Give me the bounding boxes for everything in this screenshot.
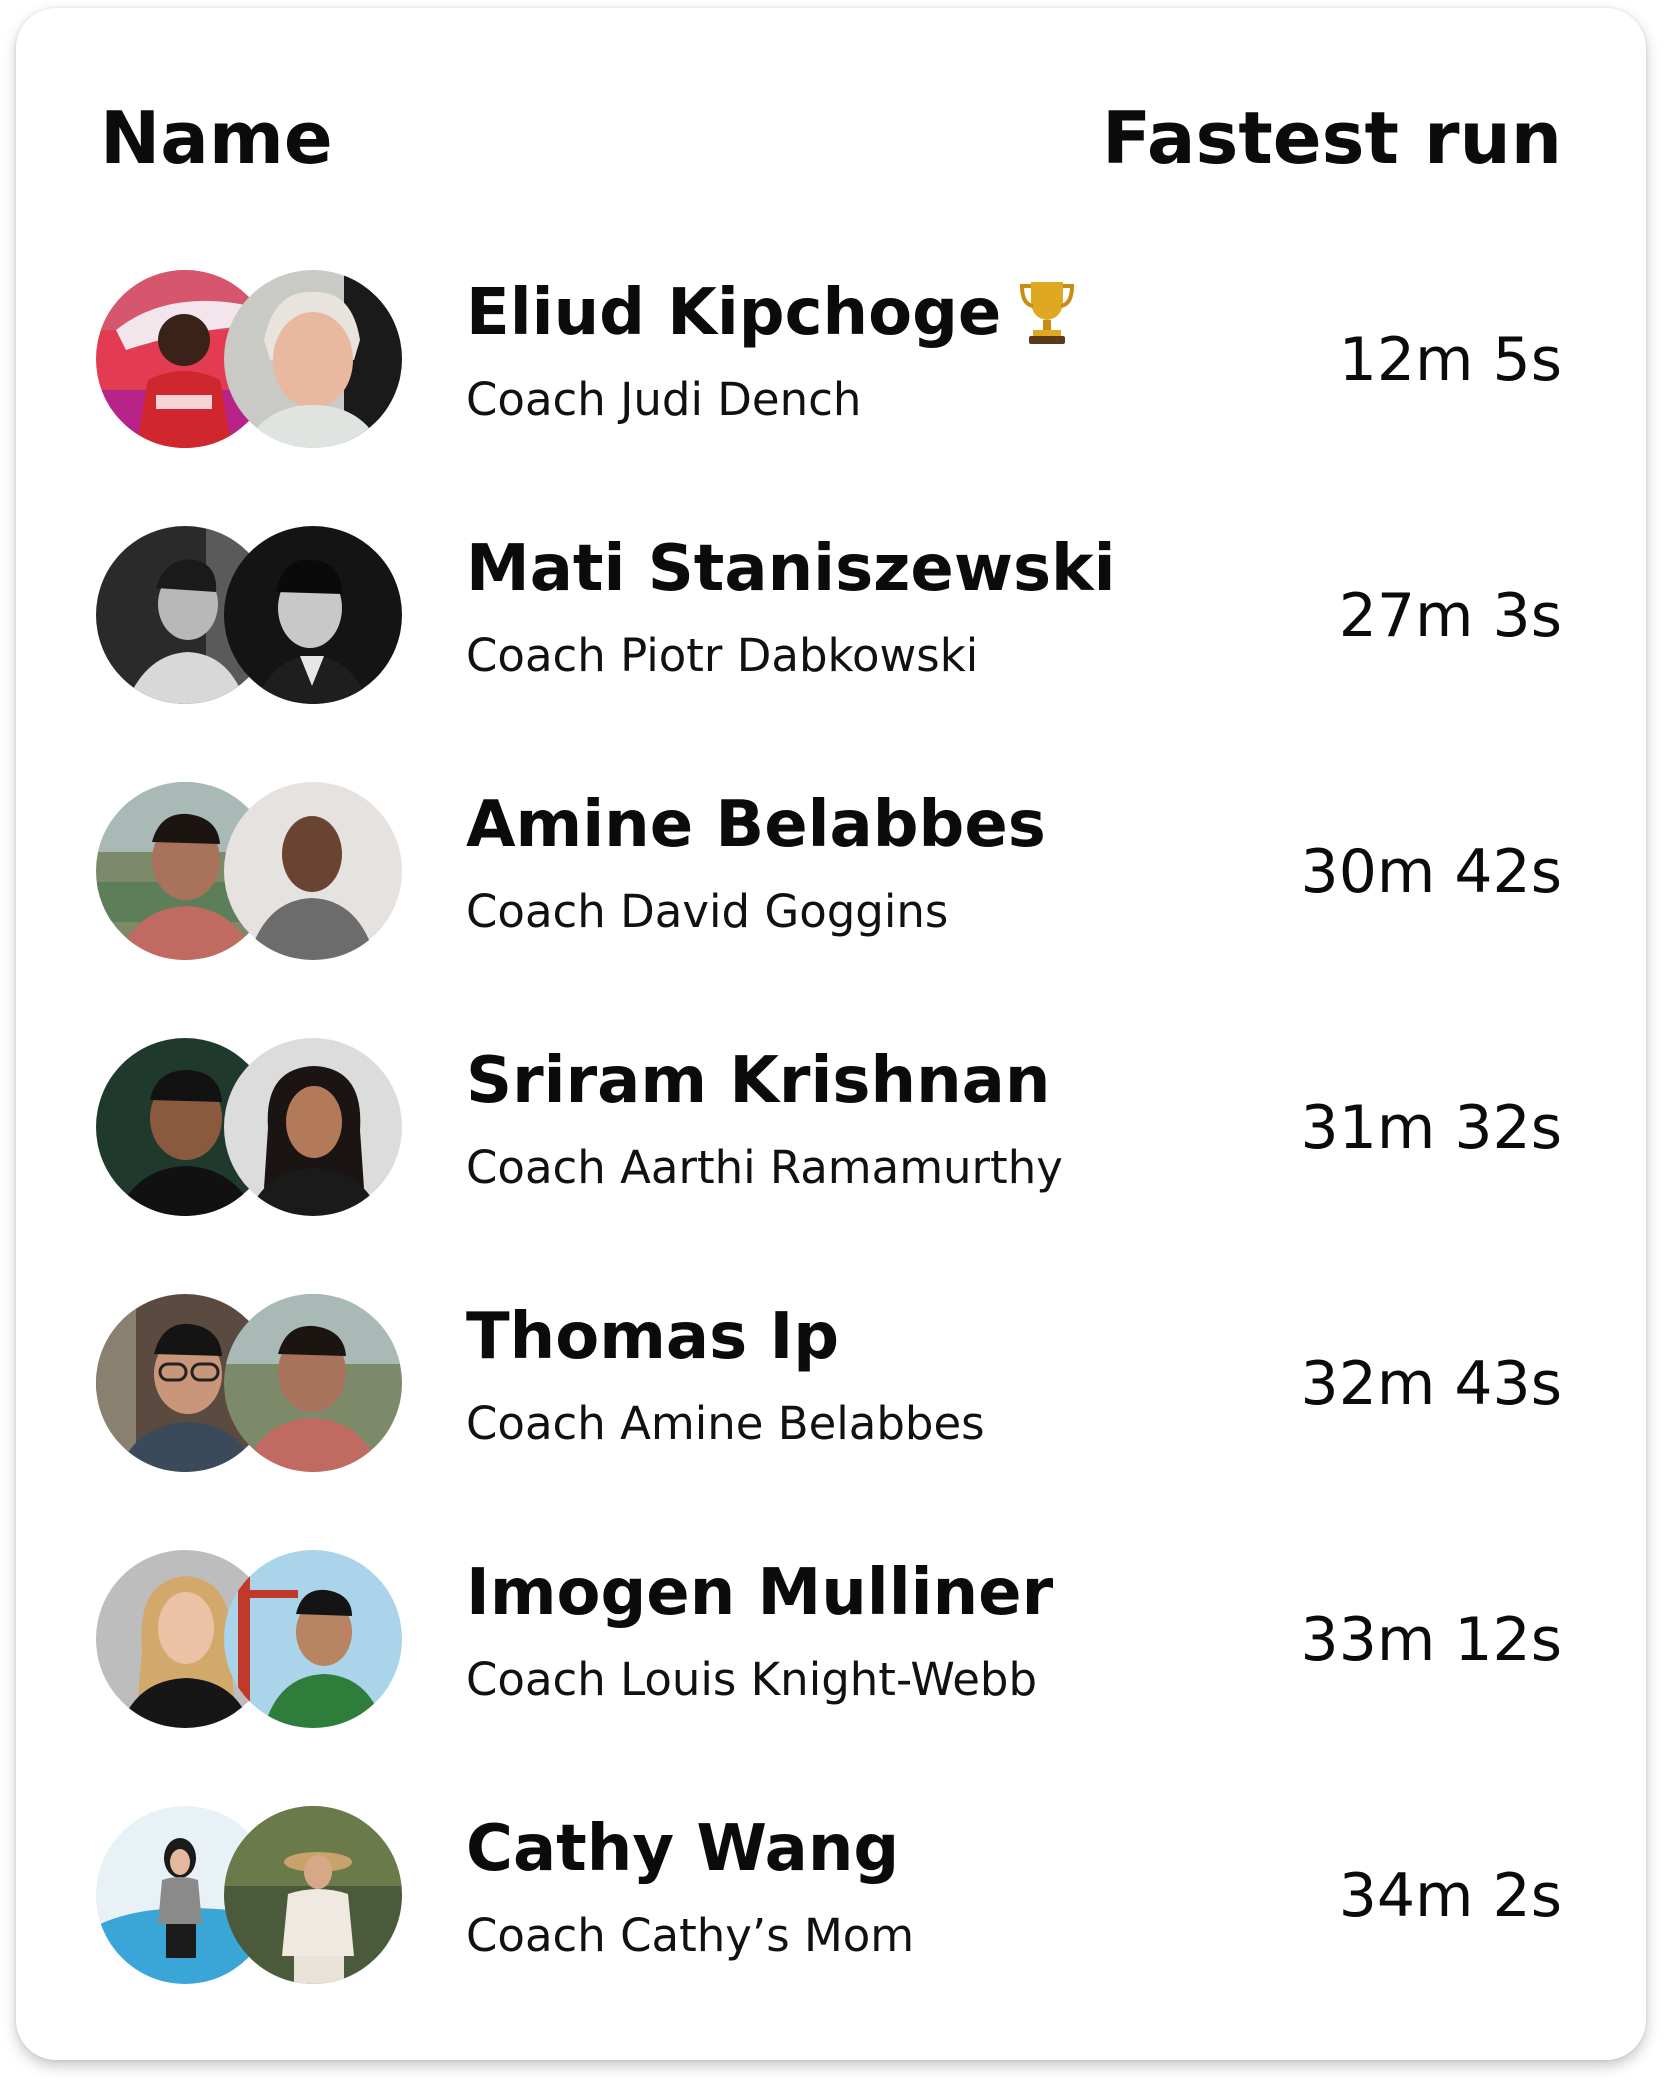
coach-name: Coach David Goggins: [466, 885, 949, 938]
leaderboard-row[interactable]: Imogen Mulliner Coach Louis Knight-Webb …: [96, 1550, 1562, 1730]
athlete-name: Imogen Mulliner: [466, 1556, 1054, 1630]
athlete-name: Mati Staniszewski: [466, 532, 1116, 606]
athlete-name-line: Amine Belabbes: [466, 782, 1046, 868]
avatar-pair: [96, 270, 402, 448]
coach-avatar: [224, 1038, 402, 1216]
leaderboard-row[interactable]: Sriram Krishnan Coach Aarthi Ramamurthy …: [96, 1038, 1562, 1218]
coach-name: Coach Judi Dench: [466, 373, 862, 426]
coach-avatar: [224, 782, 402, 960]
athlete-name: Sriram Krishnan: [466, 1044, 1051, 1118]
avatar-pair: [96, 1294, 402, 1472]
fastest-run-column-header: Fastest run: [1101, 96, 1562, 180]
fastest-run-time: 33m 12s: [1300, 1605, 1562, 1675]
leaderboard-row[interactable]: Cathy Wang Coach Cathy’s Mom 34m 2s: [96, 1806, 1562, 1986]
coach-avatar: [224, 526, 402, 704]
athlete-name-line: Eliud Kipchoge: [466, 270, 1075, 356]
fastest-run-time: 27m 3s: [1338, 581, 1562, 651]
athlete-name: Cathy Wang: [466, 1812, 900, 1886]
coach-avatar: [224, 1806, 402, 1984]
athlete-name: Eliud Kipchoge: [466, 276, 1002, 350]
avatar-pair: [96, 1038, 402, 1216]
coach-name: Coach Amine Belabbes: [466, 1397, 985, 1450]
name-column-header: Name: [100, 96, 333, 180]
coach-avatar: [224, 270, 402, 448]
leaderboard-header: Name Fastest run: [100, 93, 1562, 183]
athlete-name-line: Thomas Ip: [466, 1294, 839, 1380]
coach-avatar: [224, 1550, 402, 1728]
leaderboard-row[interactable]: Eliud Kipchoge Coach Judi Dench 12m 5s: [96, 270, 1562, 450]
fastest-run-time: 34m 2s: [1338, 1861, 1562, 1931]
coach-name: Coach Louis Knight-Webb: [466, 1653, 1038, 1706]
fastest-run-time: 32m 43s: [1300, 1349, 1562, 1419]
athlete-name: Thomas Ip: [466, 1300, 840, 1374]
coach-name: Coach Piotr Dabkowski: [466, 629, 979, 682]
fastest-run-time: 30m 42s: [1300, 837, 1562, 907]
trophy-icon: [1019, 278, 1075, 346]
coach-avatar: [224, 1294, 402, 1472]
fastest-run-time: 12m 5s: [1338, 325, 1562, 395]
coach-name: Coach Aarthi Ramamurthy: [466, 1141, 1063, 1194]
athlete-name-line: Sriram Krishnan: [466, 1038, 1050, 1124]
leaderboard-row[interactable]: Thomas Ip Coach Amine Belabbes 32m 43s: [96, 1294, 1562, 1474]
leaderboard-row[interactable]: Mati Staniszewski Coach Piotr Dabkowski …: [96, 526, 1562, 706]
avatar-pair: [96, 1806, 402, 1984]
avatar-pair: [96, 1550, 402, 1728]
athlete-name: Amine Belabbes: [466, 788, 1046, 862]
athlete-name-line: Imogen Mulliner: [466, 1550, 1053, 1636]
leaderboard-row[interactable]: Amine Belabbes Coach David Goggins 30m 4…: [96, 782, 1562, 962]
athlete-name-line: Cathy Wang: [466, 1806, 899, 1892]
avatar-pair: [96, 526, 402, 704]
avatar-pair: [96, 782, 402, 960]
athlete-name-line: Mati Staniszewski: [466, 526, 1116, 612]
leaderboard-card: Name Fastest run Eliud Kipchoge Coach Ju…: [16, 8, 1646, 2060]
fastest-run-time: 31m 32s: [1300, 1093, 1562, 1163]
coach-name: Coach Cathy’s Mom: [466, 1909, 915, 1962]
